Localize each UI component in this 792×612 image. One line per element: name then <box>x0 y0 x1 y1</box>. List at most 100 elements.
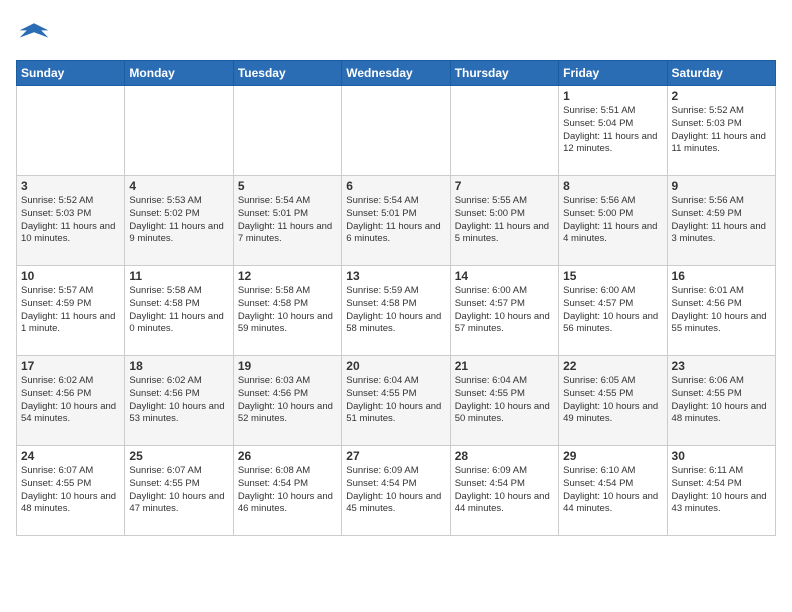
cell-content: Sunrise: 5:59 AM Sunset: 4:58 PM Dayligh… <box>346 285 445 336</box>
page-header <box>16 16 776 52</box>
day-number: 4 <box>129 179 228 193</box>
cell-content: Sunrise: 6:00 AM Sunset: 4:57 PM Dayligh… <box>563 285 662 336</box>
cell-content: Sunrise: 6:04 AM Sunset: 4:55 PM Dayligh… <box>455 375 554 426</box>
calendar-cell: 27 Sunrise: 6:09 AM Sunset: 4:54 PM Dayli… <box>342 446 450 536</box>
calendar-table: SundayMondayTuesdayWednesdayThursdayFrid… <box>16 60 776 536</box>
cell-content: Sunrise: 6:09 AM Sunset: 4:54 PM Dayligh… <box>455 465 554 516</box>
cell-content: Sunrise: 5:57 AM Sunset: 4:59 PM Dayligh… <box>21 285 120 336</box>
calendar-cell: 5Sunrise: 5:54 AM Sunset: 5:01 PM Daylig… <box>233 176 341 266</box>
day-number: 13 <box>346 269 445 283</box>
day-number: 14 <box>455 269 554 283</box>
calendar-cell: 23 Sunrise: 6:06 AM Sunset: 4:55 PM Dayli… <box>667 356 775 446</box>
day-number: 21 <box>455 359 554 373</box>
calendar-cell: 25Sunrise: 6:07 AM Sunset: 4:55 PM Dayli… <box>125 446 233 536</box>
cell-content: Sunrise: 6:07 AM Sunset: 4:55 PM Dayligh… <box>21 465 120 516</box>
calendar-cell: 14 Sunrise: 6:00 AM Sunset: 4:57 PM Dayli… <box>450 266 558 356</box>
calendar-cell: 21 Sunrise: 6:04 AM Sunset: 4:55 PM Dayli… <box>450 356 558 446</box>
calendar-cell: 19 Sunrise: 6:03 AM Sunset: 4:56 PM Dayli… <box>233 356 341 446</box>
cell-content: Sunrise: 5:58 AM Sunset: 4:58 PM Dayligh… <box>238 285 337 336</box>
day-header-sunday: Sunday <box>17 61 125 86</box>
cell-content: Sunrise: 6:05 AM Sunset: 4:55 PM Dayligh… <box>563 375 662 426</box>
day-number: 5 <box>238 179 337 193</box>
cell-content: Sunrise: 5:52 AM Sunset: 5:03 PM Dayligh… <box>21 195 120 246</box>
calendar-cell: 28 Sunrise: 6:09 AM Sunset: 4:54 PM Dayli… <box>450 446 558 536</box>
calendar-week-row: 17 Sunrise: 6:02 AM Sunset: 4:56 PM Dayli… <box>17 356 776 446</box>
day-number: 15 <box>563 269 662 283</box>
calendar-cell <box>450 86 558 176</box>
day-number: 17 <box>21 359 120 373</box>
cell-content: Sunrise: 6:02 AM Sunset: 4:56 PM Dayligh… <box>129 375 228 426</box>
calendar-cell: 22 Sunrise: 6:05 AM Sunset: 4:55 PM Dayli… <box>559 356 667 446</box>
cell-content: Sunrise: 6:07 AM Sunset: 4:55 PM Dayligh… <box>129 465 228 516</box>
day-number: 6 <box>346 179 445 193</box>
day-number: 20 <box>346 359 445 373</box>
day-number: 28 <box>455 449 554 463</box>
calendar-cell: 15 Sunrise: 6:00 AM Sunset: 4:57 PM Dayli… <box>559 266 667 356</box>
calendar-week-row: 24 Sunrise: 6:07 AM Sunset: 4:55 PM Dayli… <box>17 446 776 536</box>
calendar-week-row: 3 Sunrise: 5:52 AM Sunset: 5:03 PM Daylig… <box>17 176 776 266</box>
cell-content: Sunrise: 6:01 AM Sunset: 4:56 PM Dayligh… <box>672 285 771 336</box>
calendar-cell: 17 Sunrise: 6:02 AM Sunset: 4:56 PM Dayli… <box>17 356 125 446</box>
day-number: 1 <box>563 89 662 103</box>
cell-content: Sunrise: 6:10 AM Sunset: 4:54 PM Dayligh… <box>563 465 662 516</box>
day-header-thursday: Thursday <box>450 61 558 86</box>
calendar-cell: 8Sunrise: 5:56 AM Sunset: 5:00 PM Daylig… <box>559 176 667 266</box>
calendar-cell: 13 Sunrise: 5:59 AM Sunset: 4:58 PM Dayli… <box>342 266 450 356</box>
cell-content: Sunrise: 6:09 AM Sunset: 4:54 PM Dayligh… <box>346 465 445 516</box>
calendar-cell: 4 Sunrise: 5:53 AM Sunset: 5:02 PM Daylig… <box>125 176 233 266</box>
day-number: 26 <box>238 449 337 463</box>
day-number: 9 <box>672 179 771 193</box>
day-number: 22 <box>563 359 662 373</box>
cell-content: Sunrise: 5:56 AM Sunset: 4:59 PM Dayligh… <box>672 195 771 246</box>
calendar-cell: 3 Sunrise: 5:52 AM Sunset: 5:03 PM Daylig… <box>17 176 125 266</box>
calendar-cell: 10 Sunrise: 5:57 AM Sunset: 4:59 PM Dayli… <box>17 266 125 356</box>
cell-content: Sunrise: 5:54 AM Sunset: 5:01 PM Dayligh… <box>346 195 445 246</box>
calendar-cell: 26 Sunrise: 6:08 AM Sunset: 4:54 PM Dayli… <box>233 446 341 536</box>
day-number: 3 <box>21 179 120 193</box>
day-number: 24 <box>21 449 120 463</box>
logo <box>16 16 56 52</box>
calendar-week-row: 10 Sunrise: 5:57 AM Sunset: 4:59 PM Dayli… <box>17 266 776 356</box>
day-number: 23 <box>672 359 771 373</box>
cell-content: Sunrise: 6:03 AM Sunset: 4:56 PM Dayligh… <box>238 375 337 426</box>
cell-content: Sunrise: 5:53 AM Sunset: 5:02 PM Dayligh… <box>129 195 228 246</box>
cell-content: Sunrise: 6:08 AM Sunset: 4:54 PM Dayligh… <box>238 465 337 516</box>
cell-content: Sunrise: 6:11 AM Sunset: 4:54 PM Dayligh… <box>672 465 771 516</box>
calendar-cell: 16 Sunrise: 6:01 AM Sunset: 4:56 PM Dayli… <box>667 266 775 356</box>
calendar-cell <box>233 86 341 176</box>
calendar-cell: 6 Sunrise: 5:54 AM Sunset: 5:01 PM Daylig… <box>342 176 450 266</box>
day-number: 19 <box>238 359 337 373</box>
day-number: 11 <box>129 269 228 283</box>
cell-content: Sunrise: 5:51 AM Sunset: 5:04 PM Dayligh… <box>563 105 662 156</box>
calendar-cell: 20 Sunrise: 6:04 AM Sunset: 4:55 PM Dayli… <box>342 356 450 446</box>
day-number: 10 <box>21 269 120 283</box>
day-number: 30 <box>672 449 771 463</box>
day-number: 7 <box>455 179 554 193</box>
cell-content: Sunrise: 6:00 AM Sunset: 4:57 PM Dayligh… <box>455 285 554 336</box>
day-number: 29 <box>563 449 662 463</box>
cell-content: Sunrise: 5:58 AM Sunset: 4:58 PM Dayligh… <box>129 285 228 336</box>
calendar-cell <box>17 86 125 176</box>
day-header-wednesday: Wednesday <box>342 61 450 86</box>
cell-content: Sunrise: 6:02 AM Sunset: 4:56 PM Dayligh… <box>21 375 120 426</box>
day-number: 27 <box>346 449 445 463</box>
calendar-cell: 7 Sunrise: 5:55 AM Sunset: 5:00 PM Daylig… <box>450 176 558 266</box>
cell-content: Sunrise: 5:55 AM Sunset: 5:00 PM Dayligh… <box>455 195 554 246</box>
calendar-week-row: 1 Sunrise: 5:51 AM Sunset: 5:04 PM Daylig… <box>17 86 776 176</box>
day-number: 18 <box>129 359 228 373</box>
calendar-cell: 1 Sunrise: 5:51 AM Sunset: 5:04 PM Daylig… <box>559 86 667 176</box>
day-number: 8 <box>563 179 662 193</box>
cell-content: Sunrise: 6:04 AM Sunset: 4:55 PM Dayligh… <box>346 375 445 426</box>
calendar-cell: 29 Sunrise: 6:10 AM Sunset: 4:54 PM Dayli… <box>559 446 667 536</box>
calendar-cell: 2 Sunrise: 5:52 AM Sunset: 5:03 PM Daylig… <box>667 86 775 176</box>
cell-content: Sunrise: 5:52 AM Sunset: 5:03 PM Dayligh… <box>672 105 771 156</box>
cell-content: Sunrise: 6:06 AM Sunset: 4:55 PM Dayligh… <box>672 375 771 426</box>
day-header-saturday: Saturday <box>667 61 775 86</box>
calendar-cell: 24 Sunrise: 6:07 AM Sunset: 4:55 PM Dayli… <box>17 446 125 536</box>
calendar-header-row: SundayMondayTuesdayWednesdayThursdayFrid… <box>17 61 776 86</box>
day-number: 2 <box>672 89 771 103</box>
calendar-cell: 11 Sunrise: 5:58 AM Sunset: 4:58 PM Dayli… <box>125 266 233 356</box>
day-number: 16 <box>672 269 771 283</box>
calendar-cell: 12Sunrise: 5:58 AM Sunset: 4:58 PM Dayli… <box>233 266 341 356</box>
calendar-cell: 30 Sunrise: 6:11 AM Sunset: 4:54 PM Dayli… <box>667 446 775 536</box>
